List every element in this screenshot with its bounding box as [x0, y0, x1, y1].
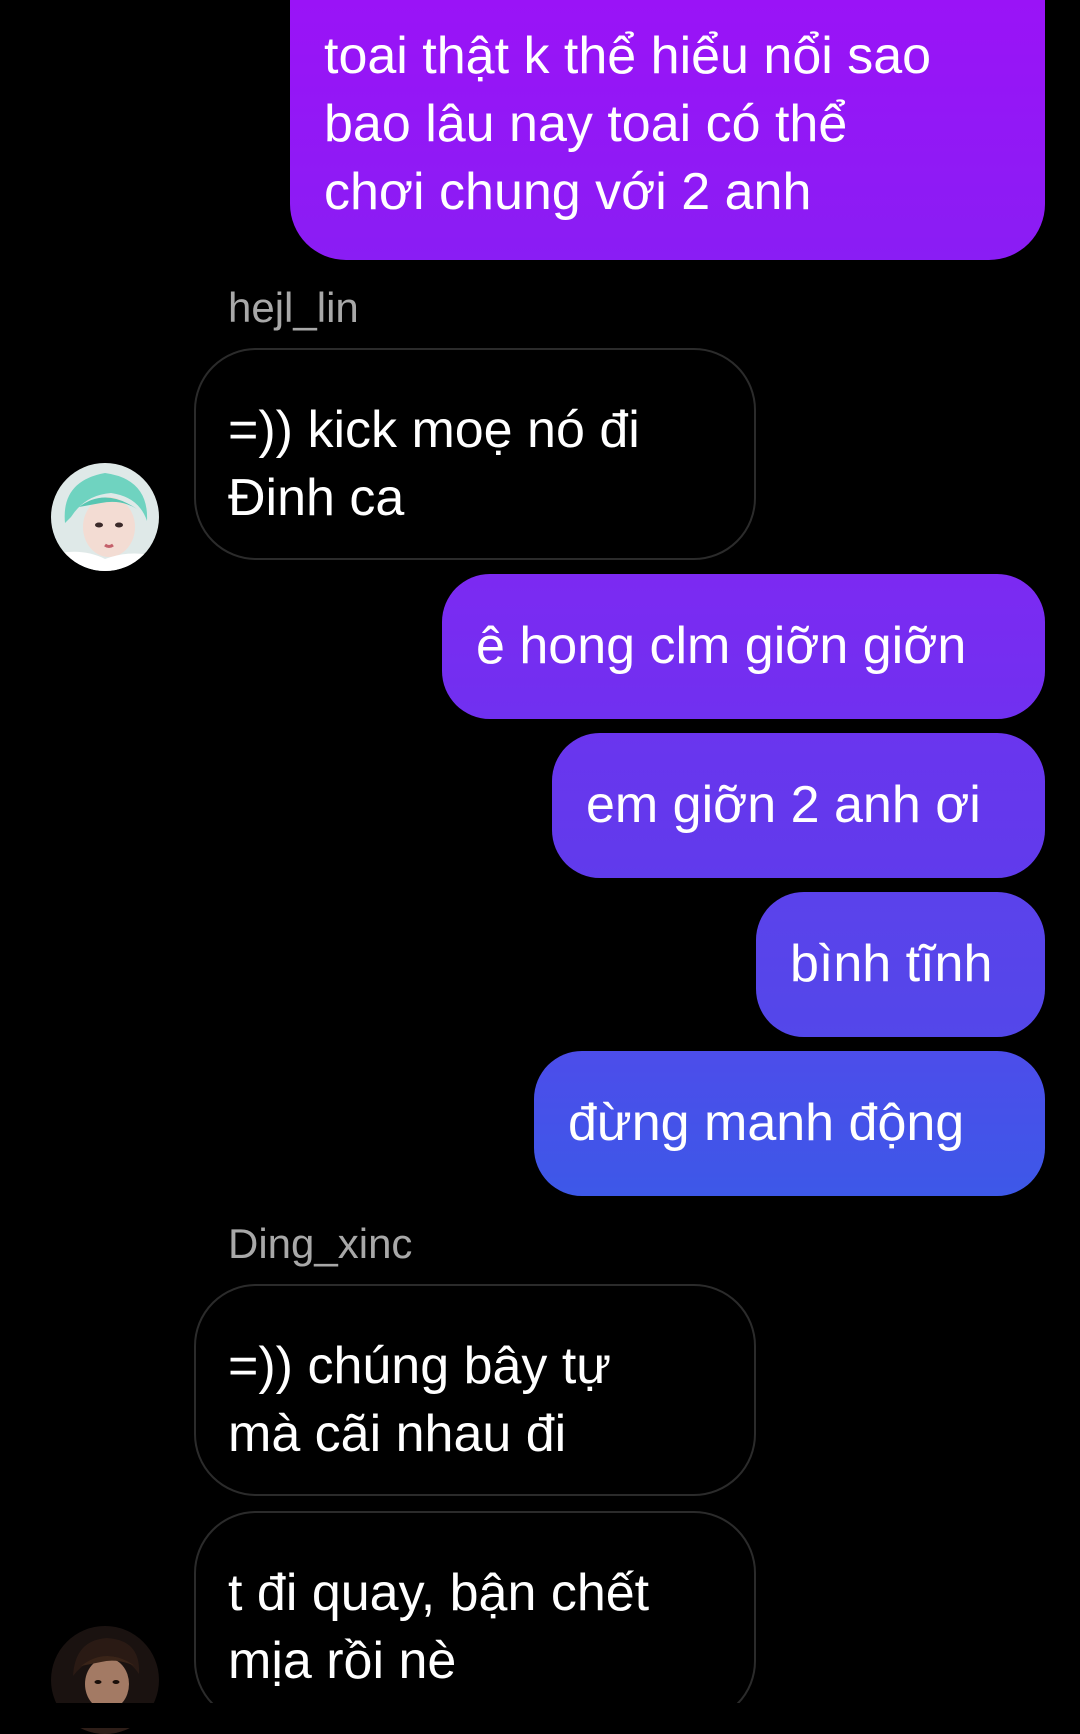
outgoing-message[interactable]: toai thật k thể hiểu nổi sao bao lâu nay… [290, 0, 1045, 260]
sender-name: Ding_xinc [228, 1220, 413, 1267]
screen-bottom-edge [0, 1703, 1080, 1728]
avatar[interactable] [51, 463, 159, 571]
sender-name: hejl_lin [228, 284, 359, 331]
profile-photo-icon [51, 463, 159, 571]
incoming-message[interactable]: =)) kick moẹ nó đi Đinh ca [194, 348, 756, 560]
outgoing-message[interactable]: đừng manh động [534, 1051, 1045, 1196]
incoming-message[interactable]: =)) chúng bây tự mà cãi nhau đi [194, 1284, 756, 1496]
outgoing-message[interactable]: ê hong clm giỡn giỡn [442, 574, 1045, 719]
outgoing-message[interactable]: em giỡn 2 anh ơi [552, 733, 1045, 878]
outgoing-message[interactable]: bình tĩnh [756, 892, 1045, 1037]
incoming-message[interactable]: t đi quay, bận chết mịa rồi nè [194, 1511, 756, 1723]
